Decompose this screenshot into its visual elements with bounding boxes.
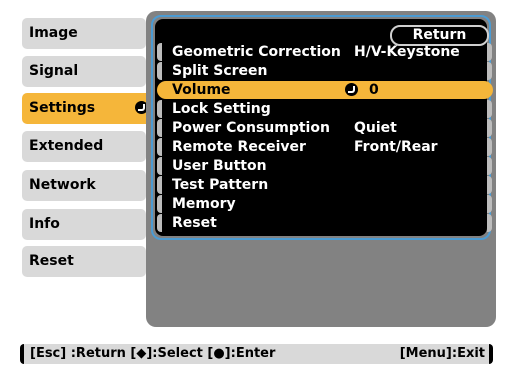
row-edge-left	[157, 176, 162, 194]
row-edge-left	[157, 138, 162, 156]
sidebar-item-label: Signal	[29, 63, 79, 79]
menu-row-label: User Button	[172, 158, 267, 174]
menu-row-label: Reset	[172, 215, 217, 231]
sidebar-item-label: Reset	[29, 253, 74, 269]
menu-row-label: Test Pattern	[172, 177, 269, 193]
row-edge-right	[487, 43, 492, 61]
sidebar-item-info[interactable]: Info	[22, 209, 146, 240]
row-edge-left	[157, 62, 162, 80]
menu-row-label: Split Screen	[172, 63, 268, 79]
row-edge-left	[157, 43, 162, 61]
sidebar-item-label: Settings	[29, 100, 96, 116]
sidebar-item-settings[interactable]: Settings	[22, 93, 154, 124]
sidebar-item-label: Image	[29, 25, 78, 41]
menu-row-value: Front/Rear	[354, 139, 438, 155]
row-edge-right	[487, 100, 492, 118]
menu-row-label: Power Consumption	[172, 120, 330, 136]
row-edge-left	[157, 119, 162, 137]
sidebar-item-network[interactable]: Network	[22, 170, 146, 201]
menu-row-label: Lock Setting	[172, 101, 271, 117]
menu-row-test-pattern[interactable]: Test Pattern	[157, 176, 492, 194]
row-edge-left	[157, 157, 162, 175]
menu-row-split-screen[interactable]: Split Screen	[157, 62, 492, 80]
menu-row-remote-receiver[interactable]: Remote Receiver Front/Rear	[157, 138, 492, 156]
menu-row-value: 0	[369, 82, 379, 98]
menu-row-label: Volume	[172, 82, 231, 98]
menu-row-volume[interactable]: Volume 0	[157, 81, 493, 99]
menu-row-power-consumption[interactable]: Power Consumption Quiet	[157, 119, 492, 137]
row-edge-left	[157, 100, 162, 118]
row-edge-right	[487, 176, 492, 194]
menu-row-reset[interactable]: Reset	[157, 214, 492, 232]
menu-row-label: Geometric Correction	[172, 44, 341, 60]
sidebar-item-label: Extended	[29, 138, 104, 154]
row-edge-right	[487, 195, 492, 213]
footer-edge-right	[489, 344, 493, 364]
key-guide-left: [Esc] :Return [◆]:Select [●]:Enter	[30, 346, 276, 361]
sidebar-item-extended[interactable]: Extended	[22, 131, 146, 162]
row-edge-right	[487, 119, 492, 137]
sidebar-item-label: Network	[29, 177, 96, 193]
sidebar-item-signal[interactable]: Signal	[22, 56, 146, 87]
menu-row-value: Quiet	[354, 120, 397, 136]
sidebar-item-label: Info	[29, 216, 60, 232]
row-edge-right	[487, 157, 492, 175]
row-edge-right	[487, 214, 492, 232]
key-guide-bar: [Esc] :Return [◆]:Select [●]:Enter [Menu…	[20, 344, 493, 364]
menu-row-lock-setting[interactable]: Lock Setting	[157, 100, 492, 118]
row-edge-left	[157, 195, 162, 213]
menu-row-user-button[interactable]: User Button	[157, 157, 492, 175]
menu-row-value: H/V-Keystone	[354, 44, 460, 60]
menu-row-label: Remote Receiver	[172, 139, 306, 155]
key-guide-exit: [Menu]:Exit	[399, 346, 485, 361]
row-edge-left	[157, 214, 162, 232]
menu-row-label: Memory	[172, 196, 236, 212]
row-edge-right	[487, 138, 492, 156]
sidebar-item-image[interactable]: Image	[22, 18, 146, 49]
footer-edge-left	[20, 344, 24, 364]
sidebar-item-reset[interactable]: Reset	[22, 246, 146, 277]
enter-icon	[345, 83, 358, 96]
menu-row-geometric-correction[interactable]: Geometric Correction H/V-Keystone	[157, 43, 492, 61]
row-edge-right	[487, 62, 492, 80]
menu-row-memory[interactable]: Memory	[157, 195, 492, 213]
